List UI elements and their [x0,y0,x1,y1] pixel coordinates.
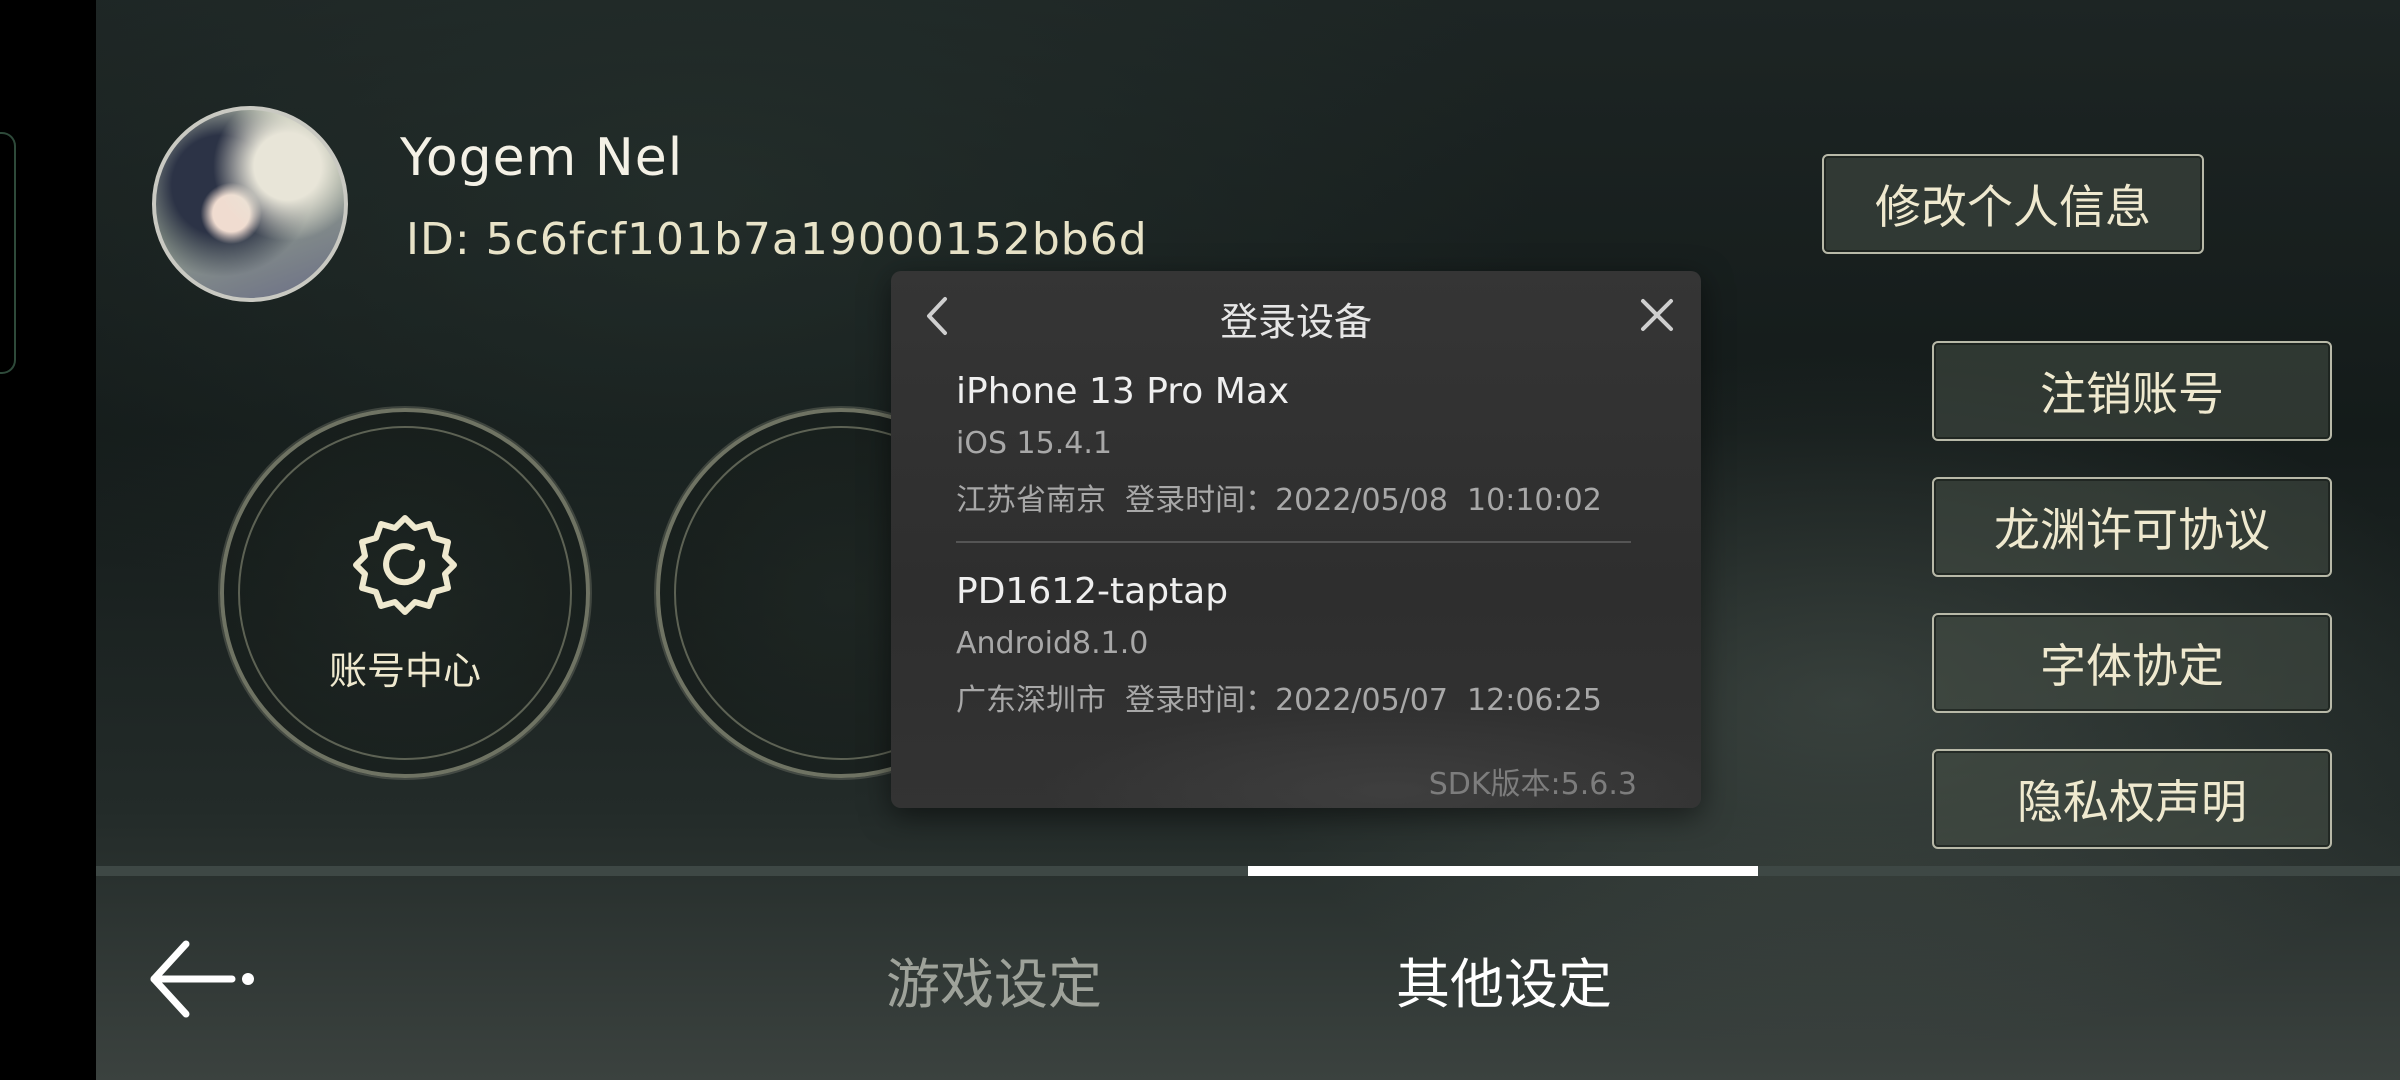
delete-account-button[interactable]: 注销账号 [1932,341,2332,441]
tab-other-settings[interactable]: 其他设定 [1396,940,1612,1019]
gear-icon [353,515,457,615]
privacy-statement-button[interactable]: 隐私权声明 [1932,749,2332,849]
side-panel-edge[interactable] [0,132,16,374]
device-item: PD1612-taptap Android8.1.0 广东深圳市 登录时间：20… [956,571,1602,719]
device-location-time: 广东深圳市 登录时间：2022/05/07 12:06:25 [956,683,1602,718]
account-center-button[interactable]: 账号中心 [220,408,590,778]
account-center-label: 账号中心 [328,649,481,693]
device-os: Android8.1.0 [956,626,1149,661]
license-agreement-button[interactable]: 龙渊许可协议 [1932,477,2332,577]
arrow-left-icon[interactable] [146,934,256,1024]
sdk-version: SDK版本:5.6.3 [1428,767,1637,802]
tab-game-settings[interactable]: 游戏设定 [886,940,1102,1019]
tab-active-indicator [1248,866,1758,876]
device-os: iOS 15.4.1 [956,426,1112,461]
edit-profile-button[interactable]: 修改个人信息 [1822,154,2204,254]
settings-screen: Yogem Nel ID: 5c6fcf101b7a19000152bb6d 修… [96,0,2400,1080]
avatar[interactable] [152,106,348,302]
login-devices-dialog: 登录设备 iPhone 13 Pro Max iOS 15.4.1 江苏省南京 … [891,271,1701,808]
font-agreement-button[interactable]: 字体协定 [1932,613,2332,713]
left-black-bar [0,0,96,1080]
device-name: PD1612-taptap [956,571,1229,612]
dialog-title: 登录设备 [1219,300,1372,344]
username: Yogem Nel [400,128,684,188]
device-location-time: 江苏省南京 登录时间：2022/05/08 10:10:02 [956,483,1602,518]
device-item: iPhone 13 Pro Max iOS 15.4.1 江苏省南京 登录时间：… [956,371,1602,519]
user-id: ID: 5c6fcf101b7a19000152bb6d [406,214,1148,265]
device-divider [956,541,1631,543]
device-name: iPhone 13 Pro Max [956,371,1290,412]
close-icon[interactable] [1635,293,1679,337]
